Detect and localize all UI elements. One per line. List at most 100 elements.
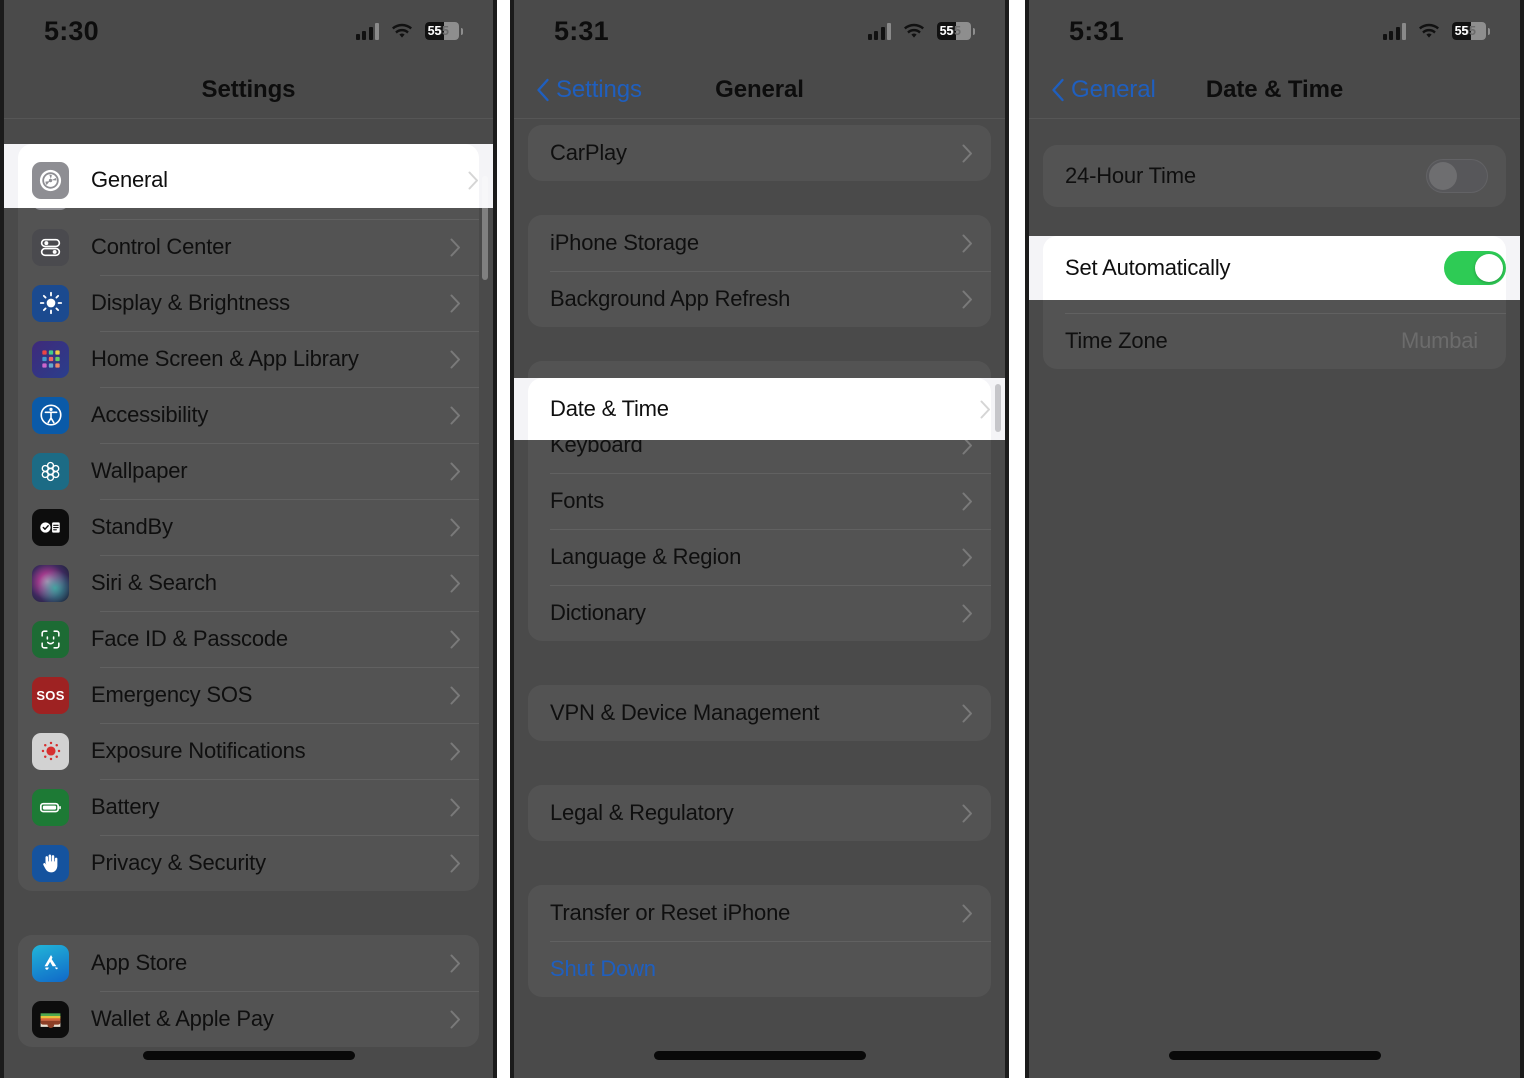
- list-item-24-hour-time[interactable]: 24-Hour Time: [1043, 145, 1506, 207]
- highlight-set-automatically-content[interactable]: Set Automatically: [1065, 238, 1506, 298]
- list-item-background-app-refresh[interactable]: Background App Refresh: [528, 271, 991, 327]
- sidebar-item-label: Battery: [91, 794, 160, 819]
- highlight-general-content[interactable]: General: [32, 152, 479, 208]
- sidebar-item-wallet-apple-pay[interactable]: Wallet & Apple Pay: [18, 991, 479, 1047]
- list-item-vpn-device-management[interactable]: VPN & Device Management: [528, 685, 991, 741]
- cellular-signal-icon: [355, 22, 379, 40]
- status-bar: 5:31 55 55: [1025, 0, 1524, 62]
- scrollbar-thumb[interactable]: [995, 384, 1001, 432]
- chevron-right-icon: [962, 290, 972, 308]
- sidebar-item-control-center[interactable]: Control Center: [18, 219, 479, 275]
- home-indicator: [1168, 1051, 1381, 1060]
- chevron-right-icon: [962, 144, 972, 162]
- list-item-label: Transfer or Reset iPhone: [550, 900, 791, 925]
- chevron-right-icon: [450, 406, 460, 424]
- list-item-fonts[interactable]: Fonts: [528, 473, 991, 529]
- list-item-carplay[interactable]: CarPlay: [528, 125, 991, 181]
- sidebar-item-wallpaper[interactable]: Wallpaper: [18, 443, 479, 499]
- highlight-date-time-content[interactable]: Date & Time: [550, 381, 991, 437]
- three-panel-screenshot: 5:30 55 55 Settings General Control Cent…: [0, 0, 1524, 1078]
- list-item-transfer-reset-iphone[interactable]: Transfer or Reset iPhone: [528, 885, 991, 941]
- list-item-legal-regulatory[interactable]: Legal & Regulatory: [528, 785, 991, 841]
- sidebar-item-label: StandBy: [91, 514, 173, 539]
- general-group-vpn: VPN & Device Management: [528, 685, 991, 741]
- list-item-iphone-storage[interactable]: iPhone Storage: [528, 215, 991, 271]
- status-bar: 5:31 55 55: [510, 0, 1009, 62]
- chevron-right-icon: [450, 1010, 460, 1028]
- date-time-group-1: 24-Hour Time: [1043, 145, 1506, 207]
- highlight-set-automatically-label: Set Automatically: [1065, 255, 1231, 280]
- sidebar-item-face-id[interactable]: Face ID & Passcode: [18, 611, 479, 667]
- battery-indicator: 55 55: [937, 22, 971, 40]
- status-time: 5:31: [1069, 15, 1124, 46]
- wallpaper-icon: [32, 452, 69, 490]
- chevron-right-icon: [962, 904, 972, 922]
- nav-bar: Settings: [0, 62, 497, 118]
- chevron-right-icon: [450, 798, 460, 816]
- status-bar: 5:30 55 55: [0, 0, 497, 62]
- battery-tip-icon: [460, 27, 463, 35]
- list-item-label: Shut Down: [550, 956, 656, 981]
- chevron-right-icon: [962, 234, 972, 252]
- page-title: Settings: [201, 76, 296, 103]
- sidebar-item-label: Exposure Notifications: [91, 738, 306, 763]
- sidebar-item-accessibility[interactable]: Accessibility: [18, 387, 479, 443]
- highlight-general-label: General: [91, 167, 168, 192]
- panel-gap-1: [497, 0, 510, 1078]
- panel-gap-2: [1009, 0, 1025, 1078]
- sidebar-item-label: App Store: [91, 950, 188, 975]
- general-list: CarPlay iPhone Storage Background App Re…: [510, 125, 1009, 997]
- battery-tip-icon: [1487, 27, 1490, 35]
- status-time: 5:31: [554, 15, 609, 46]
- siri-icon: [32, 564, 69, 602]
- chevron-right-icon: [962, 704, 972, 722]
- chevron-right-icon: [962, 492, 972, 510]
- list-item-dictionary[interactable]: Dictionary: [528, 585, 991, 641]
- panel-right-edge: [1005, 0, 1009, 1078]
- general-group-storage: iPhone Storage Background App Refresh: [528, 215, 991, 327]
- scrollbar-thumb[interactable]: [482, 176, 488, 280]
- sidebar-item-siri-search[interactable]: Siri & Search: [18, 555, 479, 611]
- list-item-label: Background App Refresh: [550, 286, 791, 311]
- gear-icon: [32, 161, 69, 199]
- sidebar-item-home-screen[interactable]: Home Screen & App Library: [18, 331, 479, 387]
- chevron-right-icon: [450, 686, 460, 704]
- app-grid-icon: [32, 340, 69, 378]
- sidebar-item-label: Emergency SOS: [91, 682, 253, 707]
- cellular-signal-icon: [1382, 22, 1406, 40]
- status-icons: 55 55: [867, 22, 975, 40]
- chevron-right-icon: [962, 604, 972, 622]
- face-id-icon: [32, 620, 69, 658]
- page-title: Date & Time: [1205, 76, 1344, 103]
- back-button[interactable]: General: [1051, 76, 1156, 104]
- wifi-icon: [391, 23, 413, 40]
- sos-icon: SOS: [32, 676, 69, 714]
- sidebar-item-standby[interactable]: StandBy: [18, 499, 479, 555]
- battery-percent: 55: [1454, 24, 1469, 38]
- sidebar-item-exposure-notifications[interactable]: Exposure Notifications: [18, 723, 479, 779]
- list-item-label: Dictionary: [550, 600, 646, 625]
- chevron-right-icon: [450, 630, 460, 648]
- list-item-label: CarPlay: [550, 140, 627, 165]
- nav-bar: General Date & Time: [1025, 62, 1524, 118]
- wifi-icon: [1418, 23, 1440, 40]
- battery-percent: 55: [939, 24, 954, 38]
- back-button[interactable]: Settings: [536, 76, 642, 104]
- sidebar-item-battery[interactable]: Battery: [18, 779, 479, 835]
- sidebar-item-privacy-security[interactable]: Privacy & Security: [18, 835, 479, 891]
- sidebar-item-display-brightness[interactable]: Display & Brightness: [18, 275, 479, 331]
- toggle-set-automatically[interactable]: [1444, 251, 1506, 285]
- sidebar-item-label: Accessibility: [91, 402, 209, 427]
- sidebar-item-app-store[interactable]: App Store: [18, 935, 479, 991]
- toggle-24-hour-time[interactable]: [1426, 159, 1488, 193]
- list-item-shut-down[interactable]: Shut Down: [528, 941, 991, 997]
- sidebar-item-emergency-sos[interactable]: SOS Emergency SOS: [18, 667, 479, 723]
- chevron-right-icon: [962, 804, 972, 822]
- list-item-label: Language & Region: [550, 544, 742, 569]
- sidebar-item-label: Wallpaper: [91, 458, 188, 483]
- list-item-time-zone[interactable]: Time Zone Mumbai: [1043, 313, 1506, 369]
- list-item-language-region[interactable]: Language & Region: [528, 529, 991, 585]
- battery-icon: [32, 788, 69, 826]
- panel-right-edge: [493, 0, 497, 1078]
- chevron-right-icon: [450, 518, 460, 536]
